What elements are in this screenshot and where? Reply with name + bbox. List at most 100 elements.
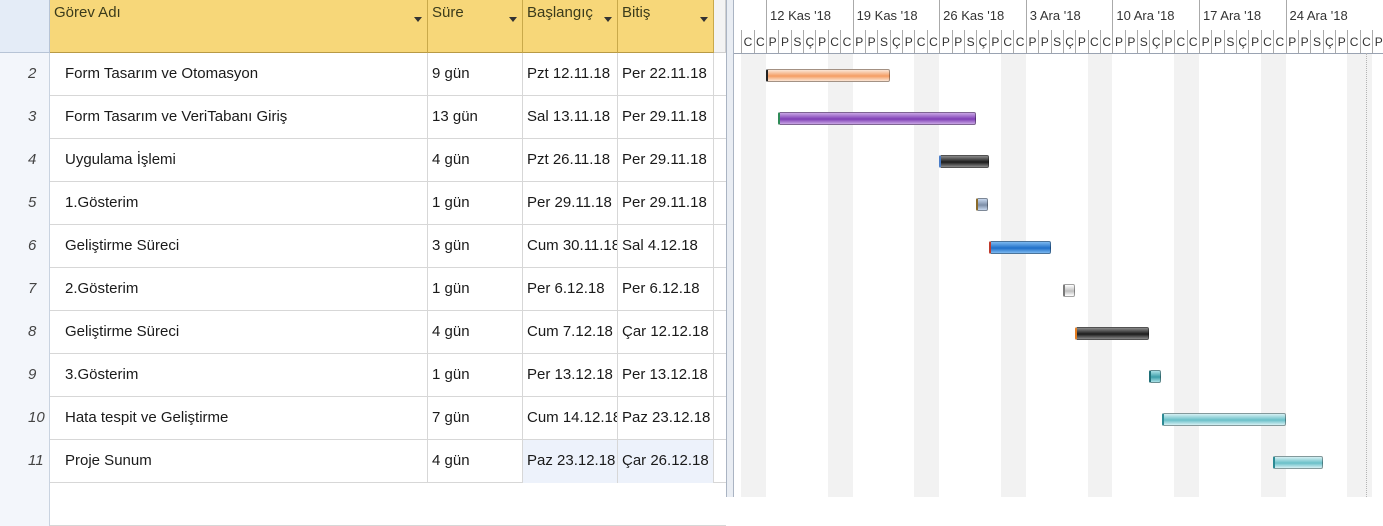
gantt-task-bar[interactable] [1075,327,1150,340]
gantt-milestone-bar[interactable] [1062,284,1075,297]
task-start-cell[interactable]: Pzt 12.11.18 [523,53,618,96]
task-name-cell[interactable]: 3.Gösterim [50,354,428,397]
task-name-cell[interactable]: Geliştirme Süreci [50,225,428,268]
row-number[interactable]: 7 [0,268,50,311]
column-filter-dropdown-icon[interactable] [604,17,612,22]
task-name-cell[interactable]: Geliştirme Süreci [50,311,428,354]
row-number[interactable]: 4 [0,139,50,182]
row-number[interactable]: 3 [0,96,50,139]
column-filter-dropdown-icon[interactable] [414,17,422,22]
task-row[interactable]: 7 2.Gösterim 1 gün Per 6.12.18 Per 6.12.18 [0,268,726,311]
task-duration-cell[interactable]: 1 gün [428,182,523,225]
task-end-cell[interactable]: Çar 12.12.18 [618,311,714,354]
task-add-cell[interactable] [714,53,726,96]
task-end-cell[interactable]: Per 29.11.18 [618,139,714,182]
column-header-start[interactable]: Başlangıç [523,0,618,53]
task-row[interactable]: 2 Form Tasarım ve Otomasyon 9 gün Pzt 12.11… [0,53,726,96]
gantt-task-bar[interactable] [766,69,890,82]
select-all-corner[interactable] [0,0,50,53]
gantt-milestone-bar[interactable] [1149,370,1162,383]
empty-task-row[interactable] [0,483,726,526]
task-row[interactable]: 4 Uygulama İşlemi 4 gün Pzt 26.11.18 Per 29.… [0,139,726,182]
task-start-cell[interactable]: Per 6.12.18 [523,268,618,311]
task-name-cell[interactable]: Proje Sunum [50,440,428,483]
task-add-cell[interactable] [714,268,726,311]
column-header-add[interactable] [714,0,726,53]
task-end-cell[interactable]: Per 29.11.18 [618,182,714,225]
task-add-cell[interactable] [714,182,726,225]
task-duration-cell[interactable]: 3 gün [428,225,523,268]
timescale-day-label: C [1087,30,1100,53]
timescale-days[interactable]: CCPPSÇPCCPPSÇPCCPPSÇPCCPPSÇPCCPPSÇPCCPPS… [734,30,1383,54]
task-duration-cell[interactable]: 9 gün [428,53,523,96]
task-end-cell[interactable]: Per 6.12.18 [618,268,714,311]
task-row[interactable]: 8 Geliştirme Süreci 4 gün Cum 7.12.18 Çar 12… [0,311,726,354]
task-duration-cell[interactable]: 4 gün [428,311,523,354]
task-duration-cell[interactable]: 7 gün [428,397,523,440]
timescale-week-label: 17 Ara '18 [1198,0,1286,30]
weekend-stripe [1347,53,1373,497]
task-end-cell[interactable]: Per 29.11.18 [618,96,714,139]
task-duration-cell[interactable]: 4 gün [428,139,523,182]
task-start-cell[interactable]: Cum 7.12.18 [523,311,618,354]
task-row[interactable]: 11 Proje Sunum 4 gün Paz 23.12.18 Çar 26.12.… [0,440,726,483]
task-add-cell[interactable] [714,139,726,182]
task-duration-cell[interactable]: 13 gün [428,96,523,139]
gantt-milestone-bar[interactable] [976,198,989,211]
task-name-cell[interactable]: 1.Gösterim [50,182,428,225]
timescale-weeks[interactable]: 12 Kas '18 19 Kas '18 26 Kas '18 3 Ara '18 1… [734,0,1383,31]
row-number[interactable]: 2 [0,53,50,96]
task-duration-cell[interactable]: 1 gün [428,268,523,311]
task-start-cell[interactable]: Pzt 26.11.18 [523,139,618,182]
task-name-cell[interactable]: Form Tasarım ve Otomasyon [50,53,428,96]
task-row[interactable]: 6 Geliştirme Süreci 3 gün Cum 30.11.18 Sal 4… [0,225,726,268]
column-header-duration[interactable]: Süre [428,0,523,53]
timescale-week-label: 12 Kas '18 [766,0,853,30]
task-add-cell[interactable] [714,311,726,354]
task-start-cell[interactable]: Sal 13.11.18 [523,96,618,139]
row-number[interactable] [0,483,50,526]
task-row[interactable]: 10 Hata tespit ve Geliştirme 7 gün Cum 14.1… [0,397,726,440]
task-end-cell[interactable]: Paz 23.12.18 [618,397,714,440]
task-start-cell[interactable]: Per 13.12.18 [523,354,618,397]
task-start-cell[interactable]: Per 29.11.18 [523,182,618,225]
row-number[interactable]: 9 [0,354,50,397]
task-end-cell[interactable]: Per 22.11.18 [618,53,714,96]
gantt-task-bar[interactable] [1161,413,1286,426]
task-start-cell[interactable]: Cum 14.12.18 [523,397,618,440]
task-add-cell[interactable] [714,225,726,268]
task-add-cell[interactable] [714,354,726,397]
task-duration-cell[interactable]: 1 gün [428,354,523,397]
task-add-cell[interactable] [714,397,726,440]
task-add-cell[interactable] [714,440,726,483]
gantt-task-bar[interactable] [988,241,1051,254]
task-start-cell[interactable]: Paz 23.12.18 [523,440,618,483]
row-number[interactable]: 8 [0,311,50,354]
task-row[interactable]: 3 Form Tasarım ve VeriTabanı Giriş 13 gün S… [0,96,726,139]
task-name-cell[interactable]: Hata tespit ve Geliştirme [50,397,428,440]
gantt-task-bar[interactable] [1273,456,1323,469]
gantt-task-bar[interactable] [939,155,989,168]
task-end-cell[interactable]: Per 13.12.18 [618,354,714,397]
gantt-task-bar[interactable] [778,112,977,125]
task-name-cell[interactable]: 2.Gösterim [50,268,428,311]
task-row[interactable]: 5 1.Gösterim 1 gün Per 29.11.18 Per 29.11.18 [0,182,726,225]
task-row[interactable]: 9 3.Gösterim 1 gün Per 13.12.18 Per 13.12.18 [0,354,726,397]
column-filter-dropdown-icon[interactable] [509,17,517,22]
task-end-cell[interactable]: Çar 26.12.18 [618,440,714,483]
column-header-end[interactable]: Bitiş [618,0,714,53]
task-duration-cell[interactable]: 4 gün [428,440,523,483]
view-splitter[interactable] [726,0,734,497]
column-header-task-name[interactable]: Görev Adı [50,0,428,53]
task-name-cell[interactable]: Uygulama İşlemi [50,139,428,182]
timescale-day-label: P [939,30,951,53]
row-number[interactable]: 6 [0,225,50,268]
task-add-cell[interactable] [714,96,726,139]
column-filter-dropdown-icon[interactable] [700,17,708,22]
row-number[interactable]: 11 [0,440,50,483]
task-name-cell[interactable]: Form Tasarım ve VeriTabanı Giriş [50,96,428,139]
row-number[interactable]: 10 [0,397,50,440]
task-start-cell[interactable]: Cum 30.11.18 [523,225,618,268]
task-end-cell[interactable]: Sal 4.12.18 [618,225,714,268]
row-number[interactable]: 5 [0,182,50,225]
